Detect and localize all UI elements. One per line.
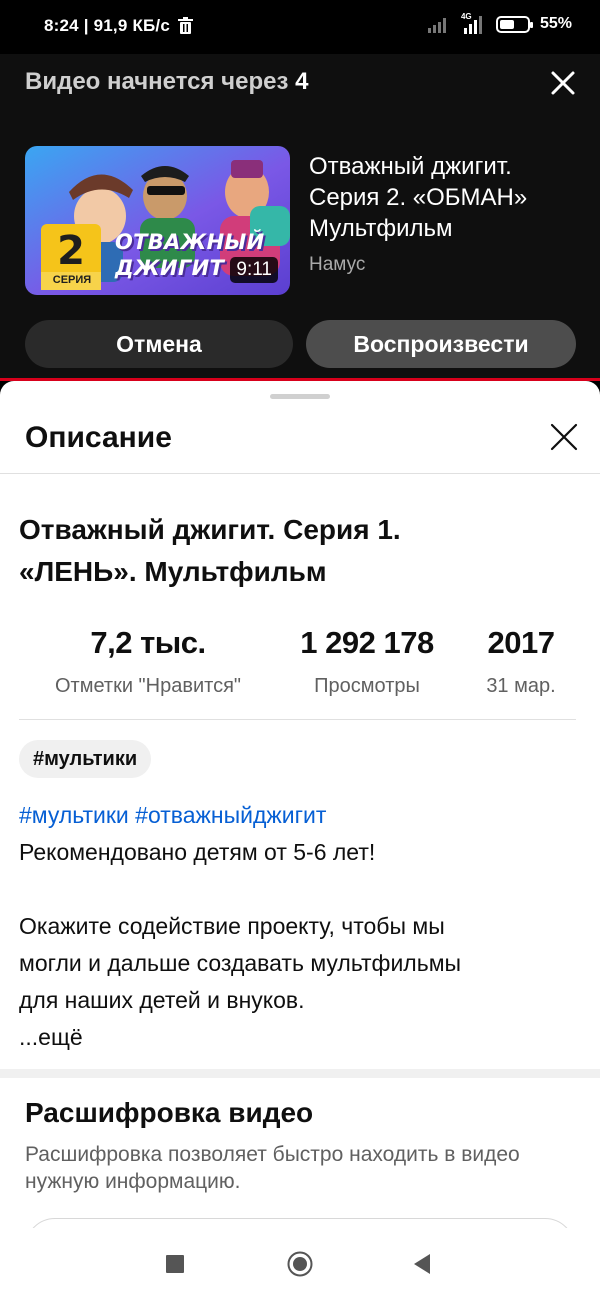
- sheet-drag-handle[interactable]: [270, 394, 330, 399]
- video-duration: 9:11: [230, 257, 278, 283]
- status-time: 8:24 | 91,9 КБ/с: [44, 16, 171, 35]
- hashtag-link[interactable]: #мультики: [19, 802, 129, 828]
- home-icon[interactable]: [287, 1251, 313, 1277]
- thumbnail-series: СЕРИЯ: [52, 274, 92, 286]
- publish-date: 31 мар.: [486, 675, 556, 697]
- back-icon[interactable]: [412, 1253, 432, 1275]
- video-title-line: «ЛЕНЬ». Мультфильм: [19, 556, 327, 587]
- description-line: Рекомендовано детям от 5-6 лет!: [19, 839, 376, 865]
- description-text: #мультики #отважныйджигит Рекомендовано …: [19, 797, 579, 1056]
- hashtag-line: #мультики #отважныйджигит: [19, 797, 579, 834]
- likes-stat: 7,2 тыс. Отметки "Нравится": [40, 625, 256, 698]
- next-video-title-line: Серия 2. «ОБМАН»: [309, 184, 528, 211]
- trash-icon: [178, 17, 193, 34]
- hashtag-link[interactable]: #отважныйджигит: [135, 802, 326, 828]
- next-video-channel: Намус: [309, 254, 366, 275]
- thumbnail-number: 2: [57, 228, 85, 274]
- recents-icon[interactable]: [166, 1255, 184, 1273]
- network-4g-icon: 4G: [460, 12, 486, 34]
- status-bar: 8:24 | 91,9 КБ/с 4G 55%: [0, 0, 600, 54]
- next-video-title-line: Мультфильм: [309, 215, 453, 242]
- sheet-title: Описание: [25, 421, 172, 454]
- thumbnail-word-1: ОТВАЖНЫЙ: [115, 230, 265, 254]
- likes-count: 7,2 тыс.: [90, 625, 206, 660]
- close-icon[interactable]: [548, 421, 580, 453]
- header-divider: [0, 473, 600, 474]
- description-sheet: Описание Отважный джигит. Серия 1. «ЛЕНЬ…: [0, 381, 600, 1299]
- system-nav-bar: [0, 1228, 600, 1299]
- video-title: Отважный джигит. Серия 1. «ЛЕНЬ». Мультф…: [19, 509, 579, 593]
- signal-icon: [427, 18, 446, 33]
- thumbnail-word-2: ДЖИГИТ: [115, 256, 225, 280]
- description-line: для наших детей и внуков.: [19, 987, 305, 1013]
- views-count: 1 292 178: [300, 625, 434, 660]
- stats-divider: [19, 719, 576, 720]
- date-stat: 2017 31 мар.: [478, 625, 564, 698]
- hashtag-chip[interactable]: #мультики: [19, 740, 152, 778]
- status-indicators: 4G 55%: [427, 12, 572, 34]
- description-line: могли и дальше создавать мультфильмы: [19, 950, 462, 976]
- views-label: Просмотры: [314, 675, 420, 697]
- video-title-line: Отважный джигит. Серия 1.: [19, 514, 401, 545]
- autoplay-countdown: Видео начнется через 4: [25, 68, 308, 96]
- description-line: Окажите содействие проекту, чтобы мы: [19, 913, 445, 939]
- transcript-subtitle: Расшифровка позволяет быстро находить в …: [25, 1143, 520, 1193]
- battery-percent: 55%: [539, 15, 572, 32]
- next-video-title[interactable]: Отважный джигит. Серия 2. «ОБМАН» Мультф…: [309, 151, 589, 244]
- close-icon[interactable]: [546, 66, 580, 100]
- cancel-button[interactable]: Отмена: [25, 320, 293, 368]
- section-separator: [0, 1069, 600, 1078]
- views-stat: 1 292 178 Просмотры: [296, 625, 438, 698]
- more-link[interactable]: ...ещё: [19, 1019, 579, 1056]
- next-video-thumbnail[interactable]: 2 СЕРИЯ ОТВАЖНЫЙ ДЖИГИТ 9:11: [25, 146, 290, 295]
- battery-icon: [495, 15, 533, 33]
- network-type: 4G: [460, 12, 472, 21]
- play-button[interactable]: Воспроизвести: [306, 320, 576, 368]
- next-video-title-line: Отважный джигит.: [309, 153, 512, 180]
- countdown-label: Видео начнется через: [25, 68, 289, 95]
- likes-label: Отметки "Нравится": [54, 675, 241, 697]
- battery-level: [499, 19, 514, 29]
- autoplay-overlay: Видео начнется через 4 2 СЕРИЯ ОТВАЖНЫЙ …: [0, 54, 600, 380]
- publish-year: 2017: [487, 625, 555, 660]
- transcript-title: Расшифровка видео: [25, 1097, 314, 1128]
- countdown-seconds: 4: [295, 68, 309, 95]
